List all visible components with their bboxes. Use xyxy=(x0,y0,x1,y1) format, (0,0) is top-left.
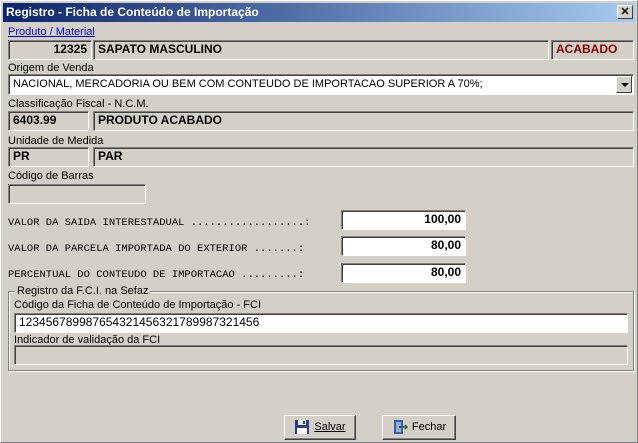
fci-group: Registro da F.C.I. na Sefaz Código da Fi… xyxy=(8,285,634,371)
window-titlebar[interactable]: Registro - Ficha de Conteúdo de Importaç… xyxy=(3,3,635,22)
fci-group-title: Registro da F.C.I. na Sefaz xyxy=(15,285,151,297)
fci-codigo-input[interactable]: 123456789987654321456321789987321456 xyxy=(14,313,628,333)
valor-parcela-input[interactable]: 80,00 xyxy=(341,236,466,256)
barras-label: Código de Barras xyxy=(8,170,94,182)
unidade-code-field[interactable]: PR xyxy=(8,147,89,167)
save-button[interactable]: Salvar xyxy=(284,415,356,440)
exit-door-icon xyxy=(393,420,408,435)
window-title: Registro - Ficha de Conteúdo de Importaç… xyxy=(6,5,259,19)
fechar-button[interactable]: Fechar xyxy=(382,415,456,440)
produto-status-badge: ACABADO xyxy=(551,40,634,60)
produto-code-field[interactable]: 12325 xyxy=(8,40,92,60)
chevron-down-icon[interactable] xyxy=(616,76,632,93)
barras-field[interactable] xyxy=(8,184,146,204)
fci-indicador-field xyxy=(14,345,628,365)
percentual-label: PERCENTUAL DO CONTEUDO DE IMPORTACAO ...… xyxy=(8,269,305,281)
unidade-description-field: PAR xyxy=(93,147,634,167)
valor-parcela-label: VALOR DA PARCELA IMPORTADA DO EXTERIOR .… xyxy=(8,243,305,255)
origem-select[interactable]: NACIONAL, MERCADORIA OU BEM COM CONTEUDO… xyxy=(8,74,634,95)
ncm-label: Classificação Fiscal - N.C.M. xyxy=(8,98,149,110)
ncm-code-field[interactable]: 6403.99 xyxy=(8,111,89,131)
valor-saida-input[interactable]: 100,00 xyxy=(341,210,466,230)
fci-window: Registro - Ficha de Conteúdo de Importaç… xyxy=(0,0,638,443)
floppy-disk-icon xyxy=(295,420,310,435)
produto-material-link[interactable]: Produto / Material xyxy=(8,26,95,38)
percentual-input[interactable]: 80,00 xyxy=(341,263,466,283)
fechar-button-label: Fechar xyxy=(411,421,447,433)
close-window-button[interactable]: ✕ xyxy=(617,5,633,19)
fci-codigo-label: Código da Ficha de Conteúdo de Importaçã… xyxy=(14,299,262,311)
origem-selected-value: NACIONAL, MERCADORIA OU BEM COM CONTEUDO… xyxy=(13,78,483,90)
produto-name-field[interactable]: SAPATO MASCULINO xyxy=(93,40,549,60)
origem-label: Origem de Venda xyxy=(8,62,94,74)
save-button-label: Salvar xyxy=(314,421,346,433)
valor-saida-label: VALOR DA SAIDA INTERESTADUAL ...........… xyxy=(8,217,311,229)
ncm-description-field: PRODUTO ACABADO xyxy=(93,111,634,131)
unidade-label: Unidade de Medida xyxy=(8,135,104,147)
close-icon: ✕ xyxy=(620,6,630,18)
